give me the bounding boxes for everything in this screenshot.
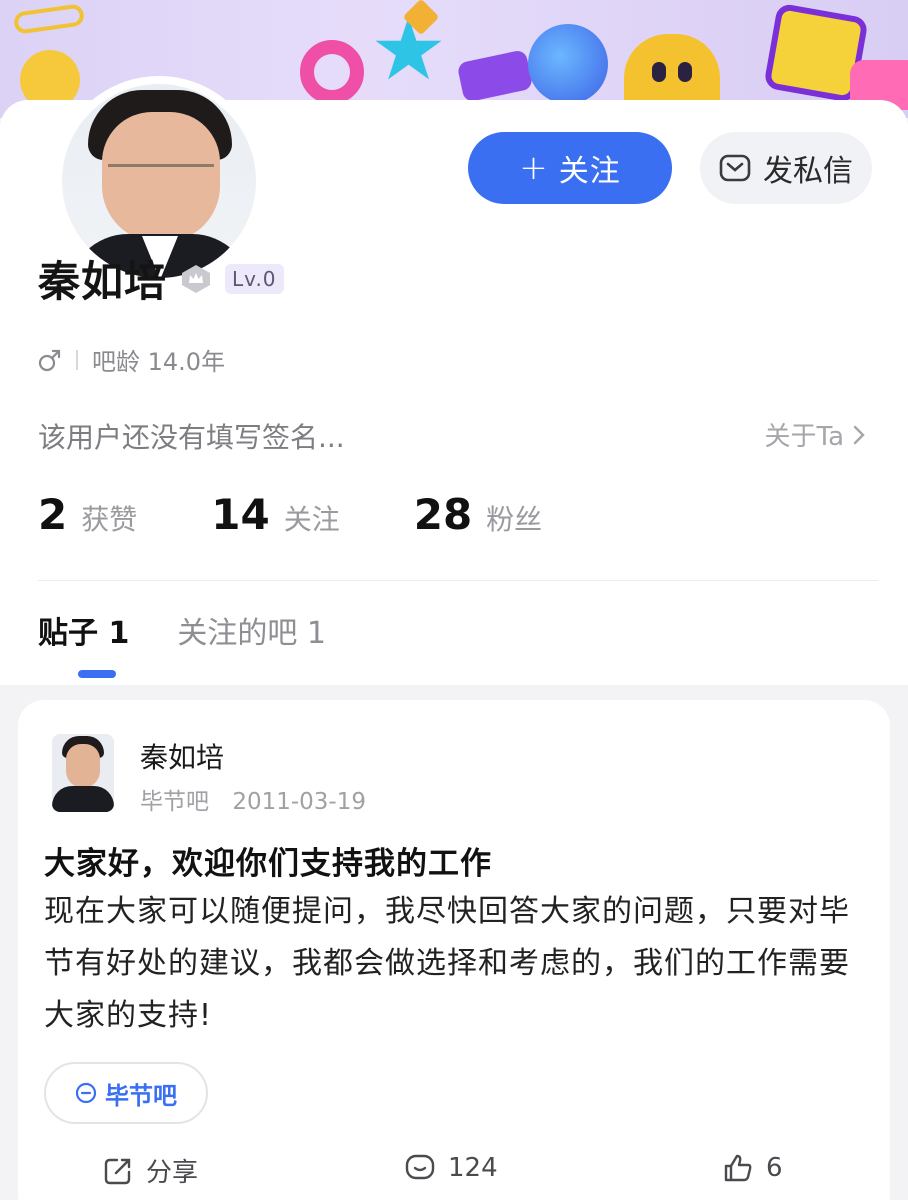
message-label: 发私信 bbox=[763, 154, 853, 189]
stat-likes[interactable]: 2 获赞 bbox=[38, 490, 137, 539]
gender-male-icon bbox=[38, 349, 61, 371]
stat-value: 28 bbox=[413, 490, 473, 539]
share-label: 分享 bbox=[146, 1158, 199, 1188]
stat-followers[interactable]: 28 粉丝 bbox=[414, 490, 542, 539]
message-button[interactable]: 发私信 bbox=[700, 132, 872, 204]
post-author[interactable]: 秦如培 bbox=[140, 736, 224, 776]
follow-label: 关注 bbox=[558, 154, 621, 189]
profile-card: + 关注 发私信 秦如培 Lv.0 吧龄 14.0年 该用户还没有填写签名...… bbox=[0, 76, 908, 685]
comment-count: 124 bbox=[448, 1153, 498, 1183]
post-card[interactable]: 秦如培 毕节吧 2011-03-19 大家好，欢迎你们支持我的工作 现在大家可以… bbox=[18, 700, 890, 1200]
plus-icon: + bbox=[519, 148, 549, 188]
post-avatar[interactable] bbox=[52, 734, 114, 812]
forum-chip[interactable]: 毕节吧 bbox=[44, 1062, 208, 1124]
signature-text: 该用户还没有填写签名... bbox=[38, 421, 345, 454]
message-icon bbox=[719, 154, 751, 182]
tab-label: 贴子 bbox=[38, 616, 98, 651]
tab-count: 1 bbox=[108, 616, 130, 651]
stat-following[interactable]: 14 关注 bbox=[211, 490, 339, 539]
post-forum: 毕节吧 bbox=[140, 789, 209, 815]
forum-icon bbox=[75, 1082, 97, 1104]
stat-label: 获赞 bbox=[81, 503, 138, 536]
tab-posts[interactable]: 贴子 1 bbox=[38, 608, 130, 678]
tab-followed-forums[interactable]: 关注的吧 1 bbox=[177, 608, 326, 652]
profile-name: 秦如培 Lv.0 bbox=[38, 248, 284, 309]
post-title: 大家好，欢迎你们支持我的工作 bbox=[44, 846, 492, 882]
post-date: 2011-03-19 bbox=[232, 789, 366, 815]
follow-button[interactable]: + 关注 bbox=[468, 132, 672, 204]
stat-label: 关注 bbox=[283, 503, 340, 536]
share-button[interactable]: 分享 bbox=[102, 1152, 198, 1189]
divider bbox=[38, 580, 878, 581]
banner-decoration bbox=[12, 3, 86, 35]
level-badge: Lv.0 bbox=[225, 263, 284, 294]
like-count: 6 bbox=[766, 1153, 783, 1183]
stat-value: 14 bbox=[211, 490, 270, 539]
chevron-right-icon bbox=[853, 425, 865, 444]
like-icon bbox=[724, 1154, 752, 1182]
like-button[interactable]: 6 bbox=[722, 1152, 783, 1184]
profile-stats: 2 获赞 14 关注 28 粉丝 bbox=[38, 490, 616, 539]
post-actions: 分享 124 6 bbox=[18, 1152, 890, 1192]
tab-label: 关注的吧 bbox=[177, 616, 298, 651]
share-icon bbox=[104, 1158, 131, 1184]
tab-count: 1 bbox=[306, 616, 326, 651]
post-body: 现在大家可以随便提问，我尽快回答大家的问题，只要对毕节有好处的建议，我都会做选择… bbox=[44, 894, 850, 1033]
username-text: 秦如培 bbox=[38, 257, 168, 306]
about-link[interactable]: 关于Ta bbox=[764, 416, 868, 453]
stat-value: 2 bbox=[38, 490, 68, 539]
comment-icon bbox=[405, 1154, 435, 1180]
profile-tabs: 贴子 1 关注的吧 1 bbox=[38, 608, 374, 678]
tenure-text: 吧龄 14.0年 bbox=[92, 348, 226, 376]
planet-icon bbox=[528, 24, 608, 104]
divider bbox=[76, 349, 78, 370]
stat-label: 粉丝 bbox=[486, 503, 543, 536]
profile-meta: 吧龄 14.0年 bbox=[38, 342, 225, 377]
banner-decoration bbox=[300, 40, 364, 104]
comment-button[interactable]: 124 bbox=[404, 1152, 498, 1184]
tab-indicator bbox=[78, 670, 116, 678]
about-label: 关于Ta bbox=[764, 422, 844, 452]
forum-chip-label: 毕节吧 bbox=[105, 1081, 177, 1110]
post-meta: 毕节吧 2011-03-19 bbox=[140, 782, 382, 816]
banner-decoration bbox=[456, 49, 534, 103]
crown-icon bbox=[182, 264, 211, 293]
